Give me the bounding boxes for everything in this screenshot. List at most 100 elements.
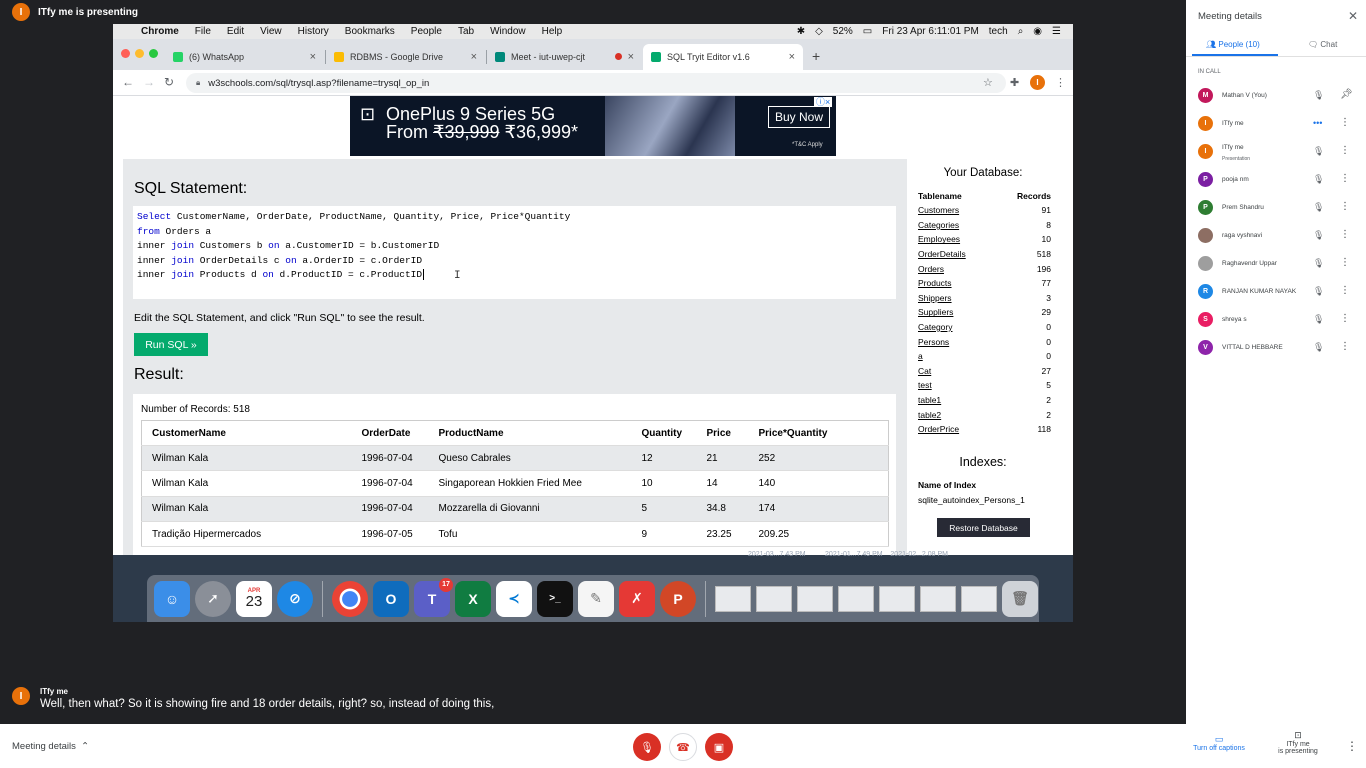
menu-edit[interactable]: Edit [227,26,244,37]
terminal-icon[interactable]: >_ [537,580,573,617]
vscode-icon[interactable]: ≺ [496,580,532,617]
captions-button[interactable]: ▭ Turn off captions [1190,734,1248,752]
safari-icon[interactable]: ⊘ [277,580,313,617]
address-bar[interactable]: 🔒︎ w3schools.com/sql/trysql.asp?filename… [186,73,1006,93]
mic-muted-icon[interactable]: 🎙︎ [1313,230,1324,241]
tab-meet[interactable]: Meet - iut-uwep-cjt × [487,44,642,70]
mic-muted-icon[interactable]: 🎙︎ [1313,174,1324,185]
powerpoint-icon[interactable]: P [660,580,696,617]
more-options-icon[interactable]: ⋮ [1340,145,1350,156]
close-tab-icon[interactable]: × [471,51,477,63]
mic-muted-icon[interactable]: 🎙︎ [1313,258,1324,269]
pin-icon[interactable]: 📌︎ [1340,89,1353,100]
lock-icon[interactable]: 🔒︎ [196,78,200,88]
finder-icon[interactable]: ☺ [154,580,190,617]
battery-icon[interactable]: ▭ [863,26,872,37]
menu-window[interactable]: Window [490,26,526,37]
mic-muted-icon[interactable]: 🎙︎ [1313,202,1324,213]
db-table-link[interactable]: Categories [918,220,959,230]
clock[interactable]: Fri 23 Apr 6:11:01 PM [882,26,979,37]
db-table-link[interactable]: Cat [918,366,931,376]
forward-icon[interactable]: → [143,75,155,89]
menu-people[interactable]: People [411,26,442,37]
participant-row[interactable]: I ITfy me Presentation 🎙︎ ⋮ [1186,138,1366,166]
participant-row[interactable]: Ppooja nm 🎙︎ ⋮ [1186,166,1366,194]
db-table-link[interactable]: Persons [918,337,949,347]
participant-row[interactable]: raga vyshnavi 🎙︎ ⋮ [1186,222,1366,250]
launchpad-icon[interactable]: ➚ [195,580,231,617]
close-tab-icon[interactable]: × [628,51,634,63]
textedit-icon[interactable]: ✎ [578,580,614,617]
bluetooth-icon[interactable]: ✱ [797,26,805,37]
browser-menu-icon[interactable]: ⋮ [1055,76,1066,89]
spotlight-icon[interactable]: ⌕ [1018,26,1024,37]
menu-file[interactable]: File [195,26,211,37]
participant-row[interactable]: V VITTAL D HEBBARE 🎙︎ ⋮ [1186,334,1366,362]
new-tab-icon[interactable]: + [812,48,820,64]
db-table-link[interactable]: table2 [918,410,941,420]
leave-call-button[interactable]: ☎︎ [669,733,697,761]
menu-chrome[interactable]: Chrome [141,26,179,37]
more-options-icon[interactable]: ⋮ [1340,313,1350,324]
more-options-icon[interactable]: ⋮ [1340,201,1350,212]
control-center-icon[interactable]: ☰ [1052,26,1061,37]
advertisement-banner[interactable]: ⊡ OnePlus 9 Series 5G From ₹39,999 ₹36,9… [350,96,836,156]
db-table-link[interactable]: Shippers [918,293,952,303]
participant-row[interactable]: I ITfy me ••• ⋮ [1186,110,1366,138]
tab-sql-tryit-editor[interactable]: SQL Tryit Editor v1.6 × [643,44,803,70]
mic-muted-icon[interactable]: 🎙︎ [1313,90,1324,101]
chrome-icon[interactable] [332,580,368,617]
db-table-link[interactable]: Orders [918,264,944,274]
tab-whatsapp[interactable]: (6) WhatsApp × [165,44,324,70]
menu-bookmarks[interactable]: Bookmarks [345,26,395,37]
participant-row[interactable]: M Mathan V (You) 🎙︎ 📌︎ [1186,82,1366,110]
db-table-link[interactable]: Category [918,322,953,332]
siri-icon[interactable]: ◉ [1033,26,1042,37]
minimize-window-icon[interactable] [135,49,144,58]
window-thumbnail[interactable] [879,585,915,612]
window-thumbnail[interactable] [920,585,956,612]
sql-code-editor[interactable]: Select CustomerName, OrderDate, ProductN… [133,206,896,299]
drawing-app-icon[interactable]: ✗ [619,580,655,617]
meeting-details-button[interactable]: Meeting details ⌃ [12,741,89,752]
more-options-icon[interactable]: ⋮ [1340,285,1350,296]
participant-row[interactable]: Sshreya s 🎙︎ ⋮ [1186,306,1366,334]
window-thumbnail[interactable] [797,585,833,612]
db-table-link[interactable]: OrderDetails [918,249,966,259]
tab-people[interactable]: 👥︎ People (10) [1206,40,1260,49]
window-thumbnail[interactable] [756,585,792,612]
wifi-icon[interactable]: ◇ [815,26,823,37]
db-table-link[interactable]: test [918,380,932,390]
run-sql-button[interactable]: Run SQL » [134,333,208,356]
mic-muted-icon[interactable]: 🎙︎ [1313,314,1324,325]
db-table-link[interactable]: Products [918,278,952,288]
db-table-link[interactable]: Employees [918,234,960,244]
excel-icon[interactable]: X [455,580,491,617]
profile-avatar[interactable]: I [1030,75,1045,90]
menu-tab[interactable]: Tab [458,26,474,37]
participant-row[interactable]: Raghavendr Uppar 🎙︎ ⋮ [1186,250,1366,278]
db-table-link[interactable]: OrderPrice [918,424,959,434]
speaking-indicator-icon[interactable]: ••• [1313,118,1322,128]
mic-muted-icon[interactable]: 🎙︎ [1313,286,1324,297]
menu-view[interactable]: View [260,26,282,37]
ad-close-icon[interactable]: ⓘ× [814,97,833,107]
close-panel-icon[interactable]: ✕ [1348,9,1358,23]
db-table-link[interactable]: table1 [918,395,941,405]
calendar-icon[interactable]: APR 23 [236,580,272,617]
more-options-icon[interactable]: ⋮ [1340,257,1350,268]
more-options-icon[interactable]: ⋮ [1340,117,1350,128]
participant-row[interactable]: P Prem Shandru 🎙︎ ⋮ [1186,194,1366,222]
bookmark-star-icon[interactable]: ☆ [983,76,993,89]
more-options-icon[interactable]: ⋮ [1340,341,1350,352]
window-thumbnail[interactable] [961,585,997,612]
close-tab-icon[interactable]: × [310,51,316,63]
menu-history[interactable]: History [298,26,329,37]
close-window-icon[interactable] [121,49,130,58]
window-thumbnail[interactable] [715,585,751,612]
presenting-button[interactable]: ⊡ ITfy me is presenting [1272,730,1324,755]
outlook-icon[interactable]: O [373,580,409,617]
ad-buy-now-button[interactable]: Buy Now [768,106,831,128]
close-tab-icon[interactable]: × [789,51,795,63]
extensions-icon[interactable]: ✚ [1010,76,1019,89]
